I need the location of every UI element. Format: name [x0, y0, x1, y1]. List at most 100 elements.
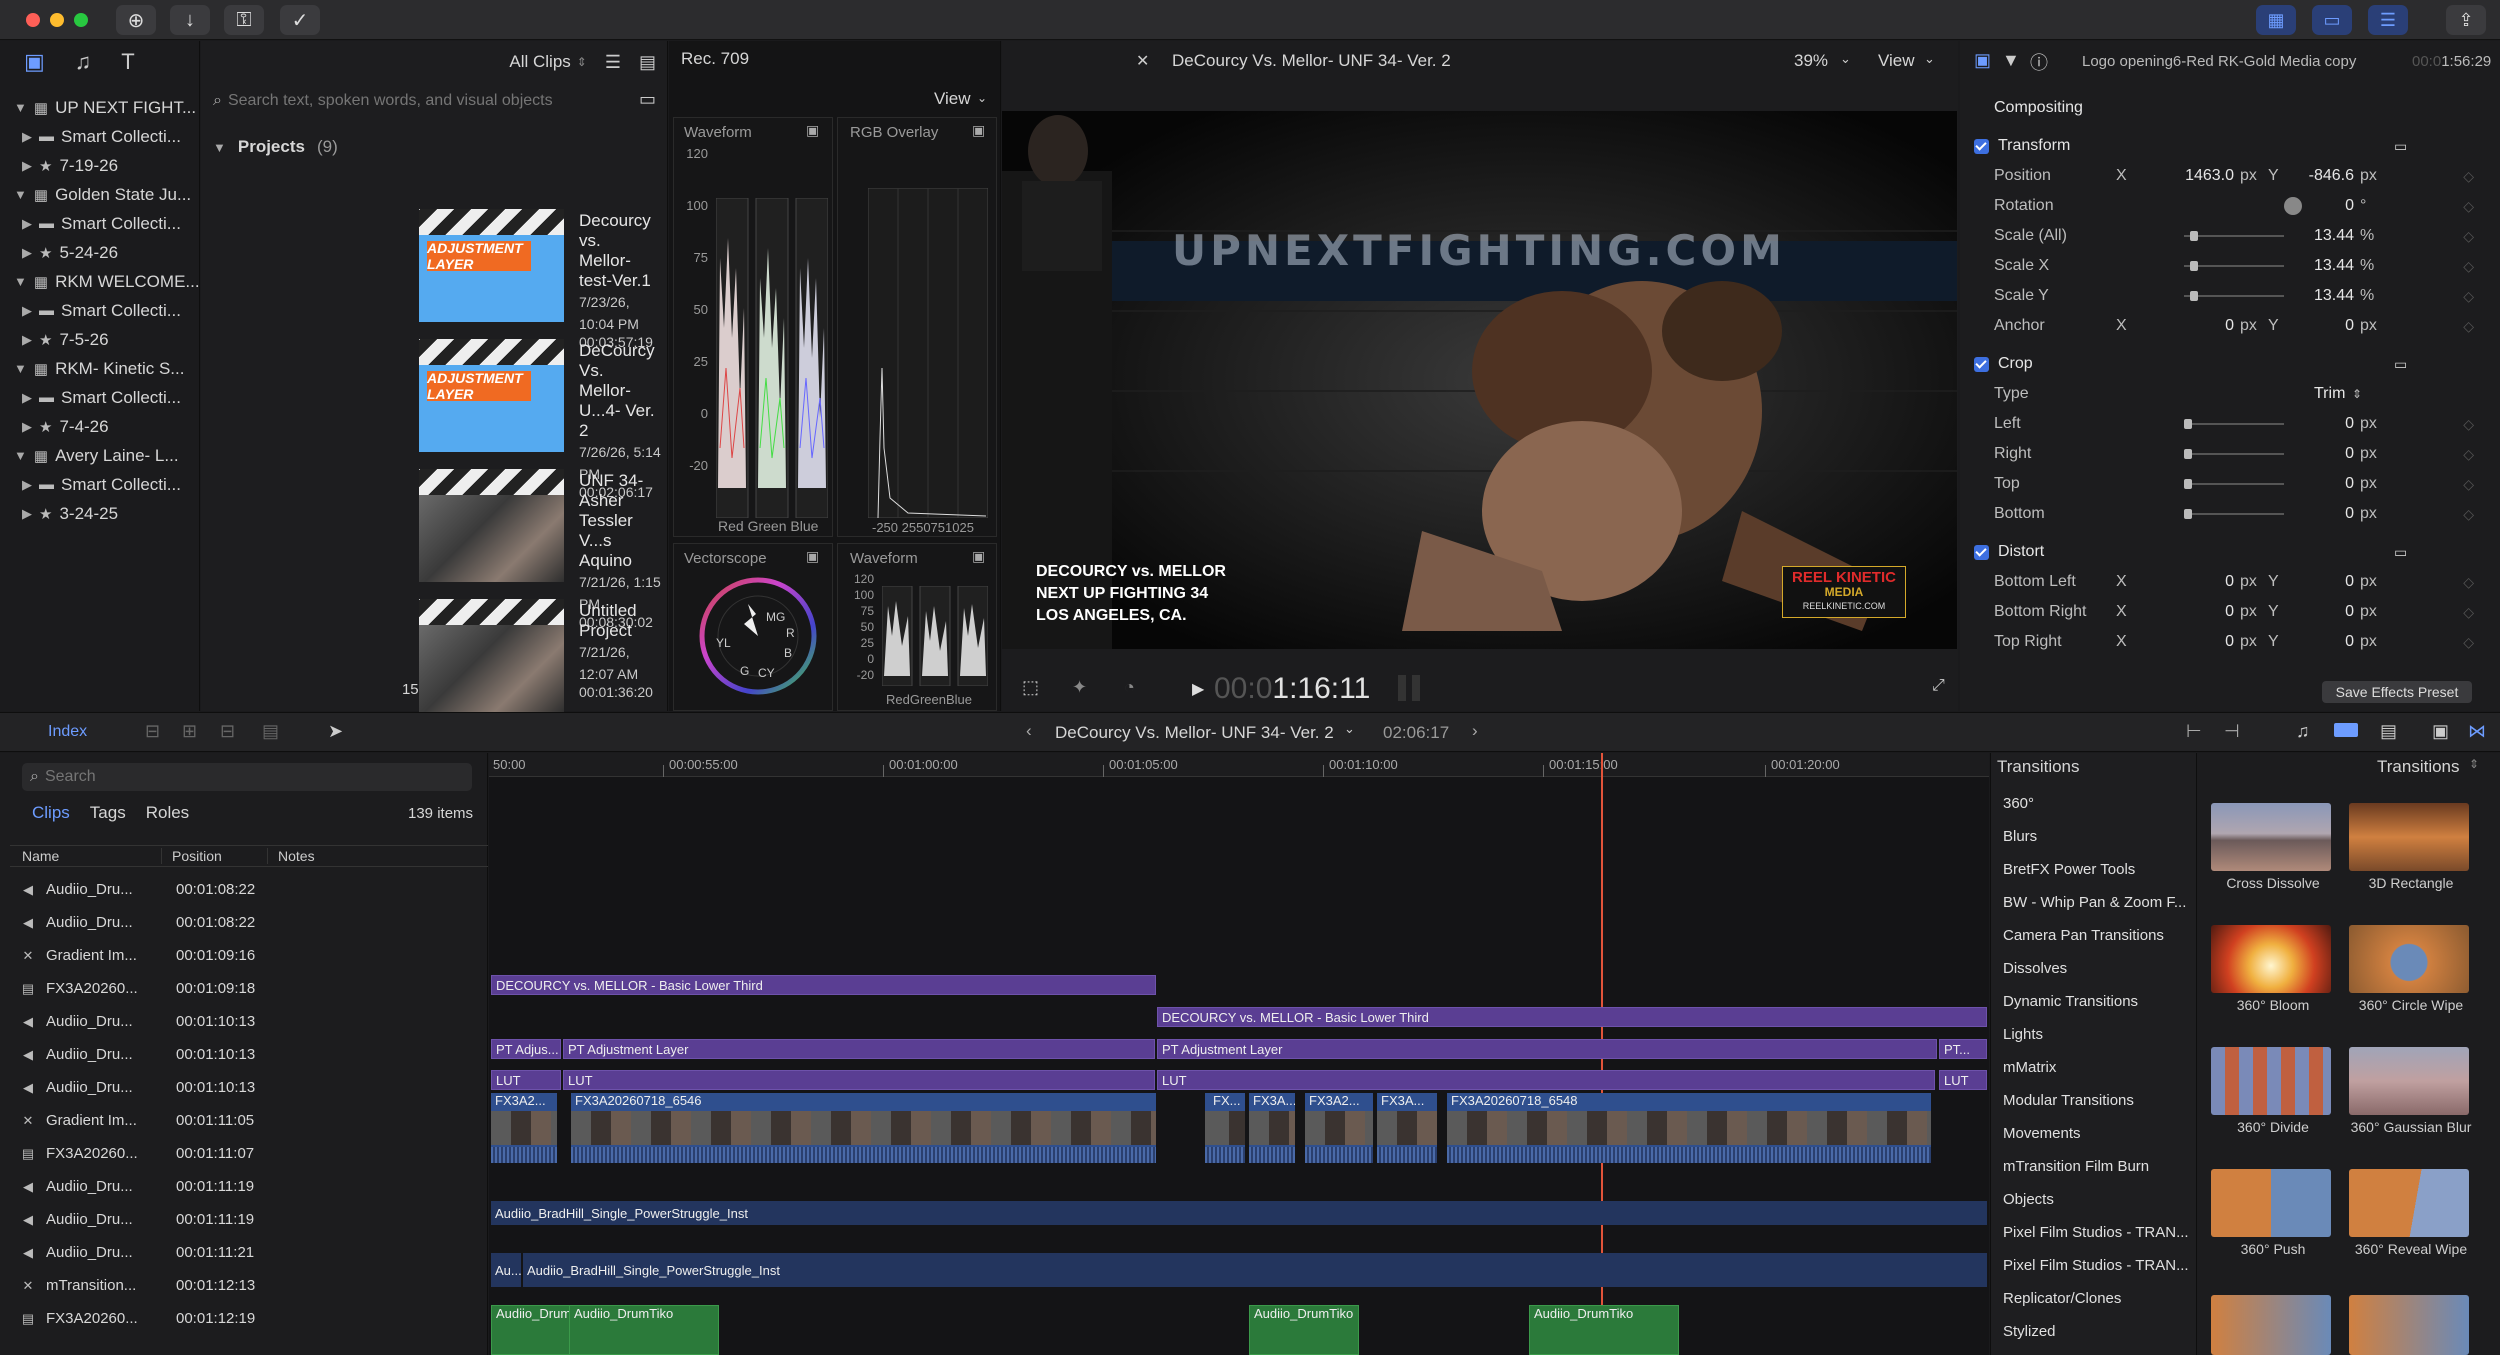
video-clip[interactable]: FX3A2... [1305, 1093, 1373, 1163]
enable-checkbox[interactable] [1974, 544, 1989, 560]
library-item[interactable]: ▶ ▬ Smart Collecti... [22, 383, 181, 412]
library-item[interactable]: ▼ ▦ RKM WELCOME... [14, 267, 200, 296]
library-item[interactable]: ▶ ★ 7-5-26 [22, 325, 109, 354]
drum-audio-clip[interactable]: Audiio_DrumTiko [1529, 1305, 1679, 1355]
param-value[interactable]: 0 [2284, 475, 2354, 493]
overwrite-clip-icon[interactable]: ▤ [262, 721, 279, 742]
column-name[interactable]: Name [10, 848, 162, 864]
title-clip[interactable]: DECOURCY vs. MELLOR - Basic Lower Third [491, 975, 1156, 995]
library-item[interactable]: ▼ ▦ RKM- Kinetic S... [14, 354, 184, 383]
clip-skim-icon[interactable]: ⊣ [2224, 721, 2240, 742]
headphones-icon[interactable]: ♫ [2296, 721, 2310, 742]
keyframe-icon[interactable]: ◇ [2463, 476, 2474, 493]
video-clip[interactable]: FX... [1209, 1093, 1245, 1163]
param-row[interactable]: Bottom Right X 0 px Y 0 px ◇ [1994, 597, 2474, 627]
clip-filter-dropdown[interactable]: All Clips [509, 52, 570, 72]
transition-category[interactable]: 360° [2003, 787, 2034, 820]
transition-item[interactable]: 360° Gaussian Blur [2349, 1047, 2473, 1136]
keyframe-icon[interactable]: ◇ [2463, 446, 2474, 463]
library-item[interactable]: ▶ ★ 7-4-26 [22, 412, 109, 441]
library-item[interactable]: ▶ ★ 5-24-26 [22, 238, 118, 267]
lut-clip[interactable]: LUT [1157, 1070, 1935, 1090]
disclosure-closed-icon[interactable]: ▶ [22, 158, 32, 174]
param-row[interactable]: Top 0 px ◇ [1994, 469, 2474, 499]
index-search-input[interactable] [44, 768, 445, 786]
waveform-scope[interactable]: Waveform ▣ Red Green Blue 120 100 75 50 25 0 -… [673, 117, 833, 537]
param-value[interactable]: 0 [2304, 197, 2354, 215]
param-value[interactable]: 13.44 [2284, 227, 2354, 245]
project-thumbnail[interactable]: ADJUSTMENT LAYER [419, 209, 564, 322]
x-value[interactable]: 0 [2144, 633, 2234, 651]
index-row[interactable]: ▤ FX3A20260... 00:01:11:07 [14, 1137, 486, 1170]
keyframe-icon[interactable]: ◇ [2463, 634, 2474, 651]
library-item[interactable]: ▶ ★ 7-19-26 [22, 151, 118, 180]
keyframe-icon[interactable]: ◇ [2463, 288, 2474, 305]
index-row[interactable]: ✕ Gradient Im... 00:01:09:16 [14, 939, 486, 972]
list-view-icon[interactable]: ☰ [605, 52, 621, 73]
project-thumbnail[interactable] [419, 469, 564, 582]
transition-item[interactable]: 360° Bloom [2211, 925, 2335, 1014]
timeline-ruler[interactable]: 50:00 00:00:55:00 00:01:00:00 00:01:05:00 00… [489, 753, 1989, 777]
slider-knob[interactable] [2184, 419, 2192, 429]
project-thumbnail[interactable] [419, 599, 564, 712]
index-row[interactable]: ◀ Audiio_Dru... 00:01:11:19 [14, 1203, 486, 1236]
drum-audio-clip[interactable]: Audiio_DrumTiko [1249, 1305, 1359, 1355]
index-tab-clips[interactable]: Clips [32, 803, 70, 823]
timeline-project-title[interactable]: DeCourcy Vs. Mellor- UNF 34- Ver. 2 [1055, 723, 1334, 743]
param-slider[interactable] [2184, 235, 2284, 237]
transition-item[interactable]: 360° Divide [2211, 1047, 2335, 1136]
disclosure-closed-icon[interactable]: ▶ [22, 245, 32, 261]
import-button[interactable]: ⊕ [116, 5, 156, 35]
keyframe-icon[interactable]: ◇ [2463, 604, 2474, 621]
inspector-toggle-button[interactable]: ☰ [2368, 5, 2408, 35]
disclosure-closed-icon[interactable]: ▶ [22, 390, 32, 406]
play-button[interactable]: ▶ [1192, 679, 1204, 699]
disclosure-open-icon[interactable]: ▼ [14, 274, 27, 289]
project-thumbnail[interactable]: ADJUSTMENT LAYER [419, 339, 564, 452]
projects-section-header[interactable]: ▼ Projects (9) [213, 137, 338, 157]
transform-onscreen-icon[interactable]: ▭ [2394, 138, 2407, 155]
enable-checkbox[interactable] [1974, 356, 1989, 372]
fullscreen-icon[interactable]: ⤢ [1932, 677, 1945, 695]
download-button[interactable]: ↓ [170, 5, 210, 35]
index-tab-tags[interactable]: Tags [90, 803, 126, 823]
keyframe-icon[interactable]: ◇ [2463, 506, 2474, 523]
disclosure-closed-icon[interactable]: ▶ [22, 477, 32, 493]
audio-skim-icon[interactable]: ⊢ [2186, 721, 2202, 742]
scopes-view-dropdown[interactable]: View [934, 89, 971, 109]
keyframe-icon[interactable]: ◇ [2463, 318, 2474, 335]
titles-icon[interactable]: T [121, 49, 134, 75]
transitions-header-right[interactable]: Transitions [2377, 757, 2460, 777]
zoom-dropdown[interactable]: 39% [1794, 51, 1828, 71]
transition-category[interactable]: Replicator/Clones [2003, 1282, 2121, 1315]
y-value[interactable]: 0 [2284, 317, 2354, 335]
index-row[interactable]: ◀ Audiio_Dru... 00:01:10:13 [14, 1038, 486, 1071]
transition-category[interactable]: BretFX Power Tools [2003, 853, 2135, 886]
select-tool-icon[interactable]: ➤ [328, 721, 343, 742]
param-row[interactable]: Anchor X 0 px Y 0 px ◇ [1994, 311, 2474, 341]
library-item[interactable]: ▼ ▦ Golden State Ju... [14, 180, 191, 209]
param-row[interactable]: Bottom 0 px ◇ [1994, 499, 2474, 529]
param-row[interactable]: Left 0 px ◇ [1994, 409, 2474, 439]
param-value[interactable]: 0 [2284, 415, 2354, 433]
x-value[interactable]: 1463.0 [2144, 167, 2234, 185]
keyframe-icon[interactable]: ◇ [2463, 416, 2474, 433]
disclosure-closed-icon[interactable]: ▶ [22, 332, 32, 348]
filmstrip-toggle-icon[interactable]: ▭ [639, 89, 656, 110]
video-clip[interactable]: FX3A... [1377, 1093, 1437, 1163]
background-tasks-button[interactable]: ✓ [280, 5, 320, 35]
param-row[interactable]: Scale (All) 13.44% ◇ [1994, 221, 2474, 251]
speed-tool-icon[interactable]: ◔ [1124, 677, 1135, 698]
viewer-canvas[interactable]: UPNEXTFIGHTING.COM DECOURCY vs. MELLOR N… [1002, 111, 1957, 649]
param-slider[interactable] [2184, 453, 2284, 455]
param-slider[interactable] [2184, 265, 2284, 267]
disclosure-closed-icon[interactable]: ▶ [22, 506, 32, 522]
keyframe-icon[interactable]: ◇ [2463, 198, 2474, 215]
video-clip[interactable]: FX3A2... [491, 1093, 557, 1163]
param-row[interactable]: Type Trim ⇕ [1994, 379, 2474, 409]
scope-settings-icon[interactable]: ▣ [972, 122, 985, 139]
index-row[interactable]: ✕ mTransition... 00:01:12:13 [14, 1269, 486, 1302]
transition-item[interactable]: 3D Rectangle [2349, 803, 2473, 892]
waveform-scope-2[interactable]: Waveform ▣ RedGreenBlue 120 100 75 50 25 0 -20 [837, 543, 997, 711]
clip-appearance-icon[interactable]: ▤ [2380, 721, 2397, 742]
